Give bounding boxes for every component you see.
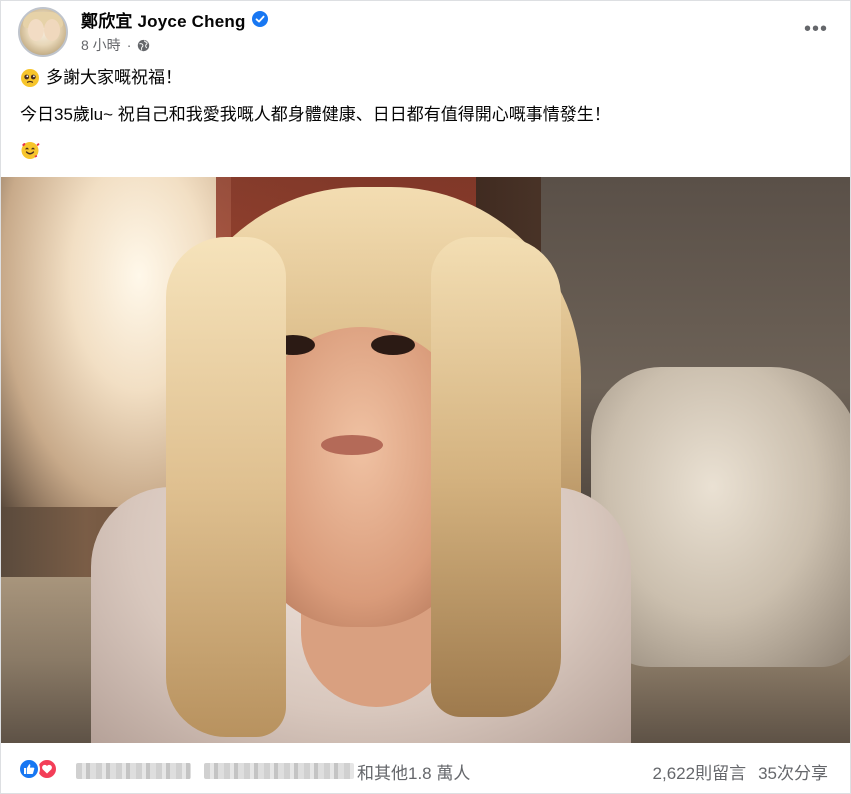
post-footer: 和其他1.8 萬人 2,622則留言 35次分享 xyxy=(1,743,850,794)
post-meta: 8 小時 · xyxy=(81,36,150,54)
photo-hair-right xyxy=(431,237,561,717)
photo-mouth xyxy=(321,435,383,455)
shares-count[interactable]: 35次分享 xyxy=(758,759,828,784)
post-card: 鄭欣宜 Joyce Cheng 8 小時 · ••• 多謝大家嘅祝福！ 今日35… xyxy=(0,0,851,794)
message-line-2: 今日35歲lu~ 祝自己和我愛我嘅人都身體健康、日日都有值得開心嘅事情發生！ xyxy=(20,103,611,127)
pleading-face-icon xyxy=(21,69,39,87)
avatar-face-left xyxy=(28,19,44,41)
photo-eye-right xyxy=(371,335,415,355)
globe-icon[interactable] xyxy=(137,39,150,52)
message-line-text: 今日35歲lu~ 祝自己和我愛我嘅人都身體健康、日日都有值得開心嘅事情發生！ xyxy=(20,105,611,124)
more-options-icon: ••• xyxy=(803,17,828,40)
redacted-name-1 xyxy=(76,763,191,779)
author-name[interactable]: 鄭欣宜 Joyce Cheng xyxy=(81,7,246,32)
message-line-3 xyxy=(20,140,40,160)
post-photo[interactable] xyxy=(1,177,850,743)
reaction-icons[interactable] xyxy=(18,758,58,780)
message-line-1: 多謝大家嘅祝福！ xyxy=(20,66,182,90)
more-options-button[interactable]: ••• xyxy=(802,15,830,43)
reaction-summary[interactable]: 和其他1.8 萬人 xyxy=(357,759,470,784)
comments-count[interactable]: 2,622則留言 xyxy=(653,759,747,784)
smiling-face-with-hearts-icon xyxy=(21,142,40,159)
post-timestamp[interactable]: 8 小時 xyxy=(81,35,121,55)
meta-separator: · xyxy=(126,37,132,53)
like-reaction-icon xyxy=(18,758,40,780)
post-header: 鄭欣宜 Joyce Cheng 8 小時 · ••• xyxy=(1,1,851,63)
photo-hair-left xyxy=(166,237,286,737)
verified-badge-icon xyxy=(251,11,268,27)
author-avatar[interactable] xyxy=(18,7,68,57)
author-row: 鄭欣宜 Joyce Cheng xyxy=(81,7,268,31)
redacted-name-2 xyxy=(204,763,354,779)
avatar-face-right xyxy=(44,19,60,41)
message-line-text: 多謝大家嘅祝福！ xyxy=(46,68,182,87)
engagement-stats: 2,622則留言 35次分享 xyxy=(653,759,828,784)
